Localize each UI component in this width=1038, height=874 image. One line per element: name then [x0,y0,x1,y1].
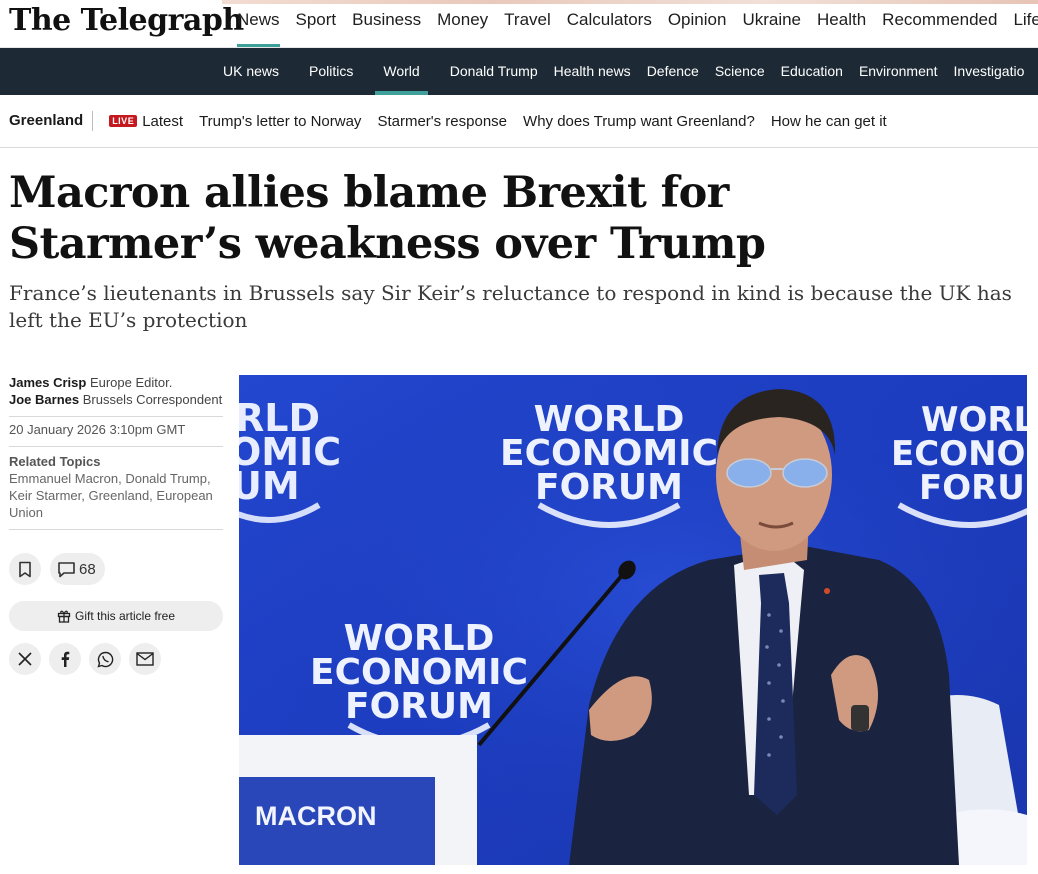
telegraph-logo[interactable]: The Telegraph [9,3,244,38]
related-topics-list[interactable]: Emmanuel Macron, Donald Trump, Keir Star… [9,470,223,521]
section-nav-defence[interactable]: Defence [639,48,707,95]
topic-link-how-get-it[interactable]: How he can get it [771,113,887,130]
primary-nav-ukraine[interactable]: Ukraine [734,0,809,47]
author-name[interactable]: Joe Barnes [9,392,79,407]
topic-link-latest[interactable]: Latest [142,113,183,130]
primary-nav-travel[interactable]: Travel [496,0,559,47]
section-nav-investigations[interactable]: Investigatio [946,48,1033,95]
section-nav-politics[interactable]: Politics [301,48,361,95]
gift-label: Gift this article free [74,609,176,623]
bookmark-button[interactable] [9,553,41,585]
primary-nav-sport[interactable]: Sport [288,0,345,47]
section-nav-education[interactable]: Education [773,48,851,95]
email-icon [136,652,154,666]
nameplate-text: MACRON [255,801,377,831]
section-nav-health-news[interactable]: Health news [546,48,639,95]
live-badge: LIVE [109,115,138,127]
section-nav-world[interactable]: World [375,48,429,95]
topic-title[interactable]: Greenland [9,111,94,131]
section-nav-uk-news[interactable]: UK news [215,48,287,95]
topic-bar: Greenland LIVE Latest Trump's letter to … [0,95,1038,148]
hero-photo: RLD OMIC UM WORLD ECONOMIC FORUM WORLD E… [239,375,1027,865]
facebook-icon [61,651,70,667]
wef-center-line: FORUM [535,467,683,508]
gift-article-button[interactable]: Gift this article free [9,601,223,631]
primary-nav-recommended[interactable]: Recommended [874,0,1005,47]
divider [9,416,223,417]
share-buttons [9,643,169,675]
author-role: Europe Editor. [89,375,173,390]
section-nav-environment[interactable]: Environment [851,48,946,95]
section-nav-science[interactable]: Science [707,48,773,95]
bookmark-icon [19,561,31,577]
related-topics-heading: Related Topics [9,454,101,469]
topic-link-trump-letter[interactable]: Trump's letter to Norway [199,113,361,130]
image-caption-strip [239,868,1027,874]
topic-link-why-greenland[interactable]: Why does Trump want Greenland? [523,113,755,130]
divider [9,529,223,530]
article-actions: 68 [9,553,105,585]
publish-date: 20 January 2026 3:10pm GMT [9,422,186,437]
comment-count: 68 [79,560,96,578]
hero-image[interactable]: RLD OMIC UM WORLD ECONOMIC FORUM WORLD E… [239,375,1027,865]
article-headline: Macron allies blame Brexit for Starmer’s… [9,168,766,269]
share-whatsapp-button[interactable] [89,643,121,675]
wef-lower-line: FORUM [345,686,493,727]
primary-nav-lifestyle[interactable]: Lifest [1005,0,1038,47]
primary-nav-health[interactable]: Health [809,0,874,47]
site-header: The Telegraph News Sport Business Money … [0,0,1038,48]
topic-link-starmer-response[interactable]: Starmer's response [377,113,507,130]
section-nav: UK news Politics World Donald Trump Heal… [0,48,1038,95]
share-facebook-button[interactable] [49,643,81,675]
primary-nav: News Sport Business Money Travel Calcula… [229,0,1038,47]
author-1: James Crisp Europe Editor. [9,374,223,391]
primary-nav-business[interactable]: Business [344,0,429,47]
comments-button[interactable]: 68 [50,553,105,585]
author-2: Joe Barnes Brussels Correspondent [9,391,223,408]
primary-nav-opinion[interactable]: Opinion [660,0,735,47]
whatsapp-icon [96,651,113,668]
share-x-button[interactable] [9,643,41,675]
wef-right-line: FORU [919,468,1025,508]
author-name[interactable]: James Crisp [9,375,86,390]
wef-left-line: UM [239,464,300,508]
primary-nav-money[interactable]: Money [429,0,496,47]
byline-column: James Crisp Europe Editor. Joe Barnes Br… [9,374,223,530]
author-role: Brussels Correspondent [82,392,223,407]
comment-icon [58,561,75,577]
gift-icon [57,610,71,623]
primary-nav-calculators[interactable]: Calculators [559,0,660,47]
primary-nav-news[interactable]: News [229,0,288,47]
section-nav-donald-trump[interactable]: Donald Trump [442,48,546,95]
x-icon [18,652,32,666]
article-standfirst: France’s lieutenants in Brussels say Sir… [9,281,1012,332]
share-email-button[interactable] [129,643,161,675]
divider [9,446,223,447]
